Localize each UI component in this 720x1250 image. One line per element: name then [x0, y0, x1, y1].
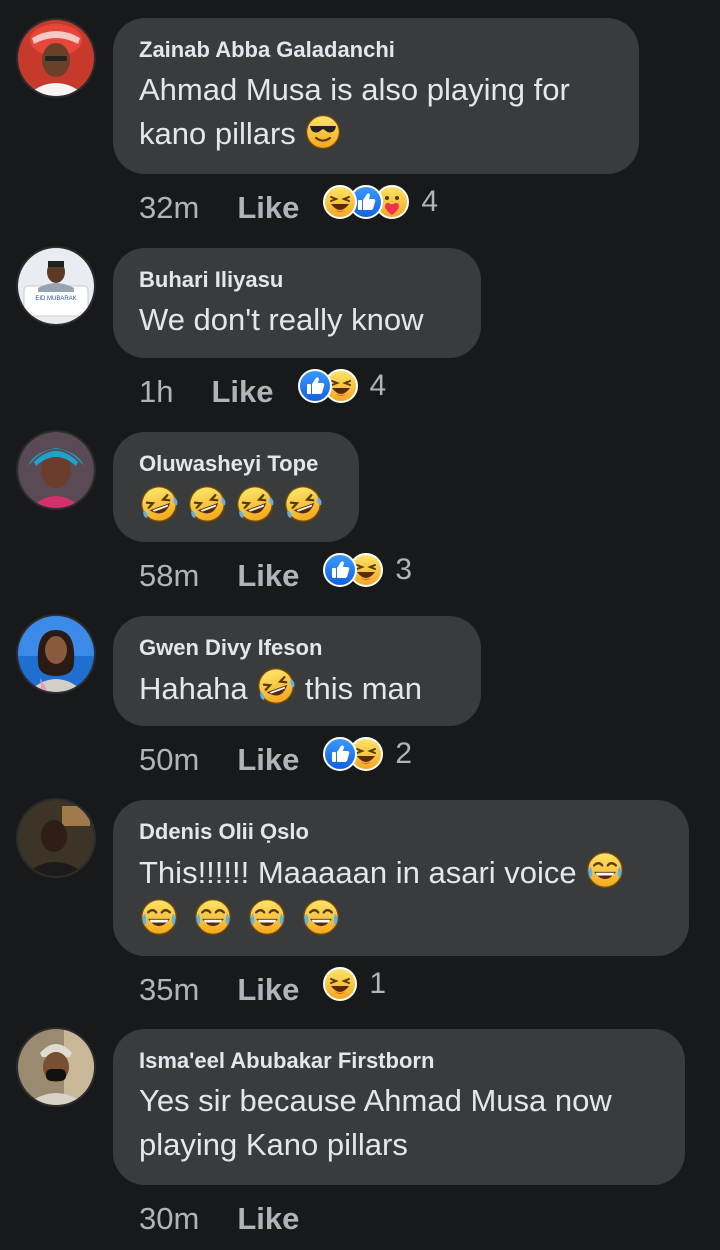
avatar[interactable]: [18, 432, 94, 508]
comment-text-line: Yes sir because Ahmad Musa now: [139, 1083, 612, 1118]
like-button[interactable]: Like: [237, 1201, 299, 1237]
comment-text: Ahmad Musa is also playing for kano pill…: [139, 68, 613, 156]
reaction-summary[interactable]: 1: [323, 967, 386, 1001]
like-icon: [298, 369, 332, 403]
tears-of-joy-emoji-icon: [301, 897, 341, 937]
comment-time[interactable]: 58m: [139, 558, 199, 594]
comment-meta: 35m Like 1: [139, 967, 386, 1010]
comment-text-line: Ahmad Musa is also playing for: [139, 72, 570, 107]
comment-bubble: Zainab Abba Galadanchi Ahmad Musa is als…: [113, 18, 639, 174]
comment-author[interactable]: Buhari Iliyasu: [139, 266, 455, 294]
like-button[interactable]: Like: [211, 374, 273, 410]
rolling-laughing-emoji-icon: [256, 666, 296, 706]
comment-text: We don't really know: [139, 302, 424, 337]
tears-of-joy-emoji-icon: [585, 850, 625, 890]
comment-text-part: this man: [304, 671, 423, 706]
reaction-count: 2: [395, 737, 413, 770]
reaction-count: 4: [421, 185, 439, 218]
comment-bubble: Oluwasheyi Tope: [113, 432, 359, 542]
avatar[interactable]: [18, 616, 94, 692]
comment-emoji-row: [139, 897, 663, 937]
haha-icon: [323, 185, 357, 219]
comment-time[interactable]: 32m: [139, 190, 199, 226]
comment-meta: 32m Like 4: [139, 185, 438, 228]
comment-bubble: Gwen Divy Ifeson Hahaha this man: [113, 616, 481, 726]
comment-text-line: This!!!!!! Maaaaan in asari voice: [139, 850, 663, 895]
comment-text: Yes sir because Ahmad Musa now playing K…: [139, 1079, 659, 1167]
comment-meta: 1h Like 4: [139, 369, 387, 412]
avatar-caption: EID MUBARAK: [35, 296, 76, 302]
comment-text: [139, 484, 333, 524]
avatar[interactable]: [18, 20, 94, 96]
comment-text-part: Hahaha: [139, 671, 248, 706]
comment-text-line-2: playing Kano pillars: [139, 1127, 408, 1162]
like-button[interactable]: Like: [237, 742, 299, 778]
comment-meta: 30m Like: [139, 1199, 299, 1239]
tears-of-joy-emoji-icon: [193, 897, 233, 937]
comment-time[interactable]: 30m: [139, 1201, 199, 1237]
reaction-summary[interactable]: 4: [298, 369, 387, 403]
like-button[interactable]: Like: [237, 972, 299, 1008]
reaction-summary[interactable]: 3: [323, 553, 412, 587]
comment-time[interactable]: 1h: [139, 374, 173, 410]
reaction-count: 3: [395, 553, 413, 586]
comment-meta: 58m Like 3: [139, 553, 412, 596]
avatar[interactable]: [18, 800, 94, 876]
reaction-count: 4: [369, 369, 387, 402]
comment-bubble: Buhari Iliyasu We don't really know: [113, 248, 481, 358]
comment-author[interactable]: Zainab Abba Galadanchi: [139, 36, 613, 64]
cool-face-emoji-icon: [304, 113, 342, 151]
comment-author[interactable]: Gwen Divy Ifeson: [139, 634, 455, 662]
avatar[interactable]: EID MUBARAK: [18, 248, 94, 324]
comment-bubble: Ddenis Olii Ọslo This!!!!!! Maaaaan in a…: [113, 800, 689, 956]
comment-text-line-2: kano pillars: [139, 112, 613, 156]
rolling-laughing-emoji-icon: [283, 484, 323, 524]
like-button[interactable]: Like: [237, 558, 299, 594]
like-button[interactable]: Like: [237, 190, 299, 226]
avatar[interactable]: [18, 1029, 94, 1105]
reaction-summary[interactable]: 2: [323, 737, 412, 771]
rolling-laughing-emoji-icon: [139, 484, 179, 524]
comment-meta: 50m Like 2: [139, 737, 412, 780]
comment-time[interactable]: 50m: [139, 742, 199, 778]
like-icon: [323, 553, 357, 587]
comment-author[interactable]: Isma'eel Abubakar Firstborn: [139, 1047, 659, 1075]
reaction-summary[interactable]: 4: [323, 185, 438, 219]
comment-bubble: Isma'eel Abubakar Firstborn Yes sir beca…: [113, 1029, 685, 1185]
like-icon: [323, 737, 357, 771]
rolling-laughing-emoji-icon: [187, 484, 227, 524]
comment-time[interactable]: 35m: [139, 972, 199, 1008]
comment-author[interactable]: Ddenis Olii Ọslo: [139, 818, 663, 846]
rolling-laughing-emoji-icon: [235, 484, 275, 524]
comment-text: This!!!!!! Maaaaan in asari voice: [139, 850, 663, 937]
comment-author[interactable]: Oluwasheyi Tope: [139, 450, 333, 478]
tears-of-joy-emoji-icon: [247, 897, 287, 937]
haha-icon: [323, 967, 357, 1001]
comment-text: Hahaha this man: [139, 666, 455, 711]
reaction-count: 1: [369, 967, 387, 1000]
tears-of-joy-emoji-icon: [139, 897, 179, 937]
